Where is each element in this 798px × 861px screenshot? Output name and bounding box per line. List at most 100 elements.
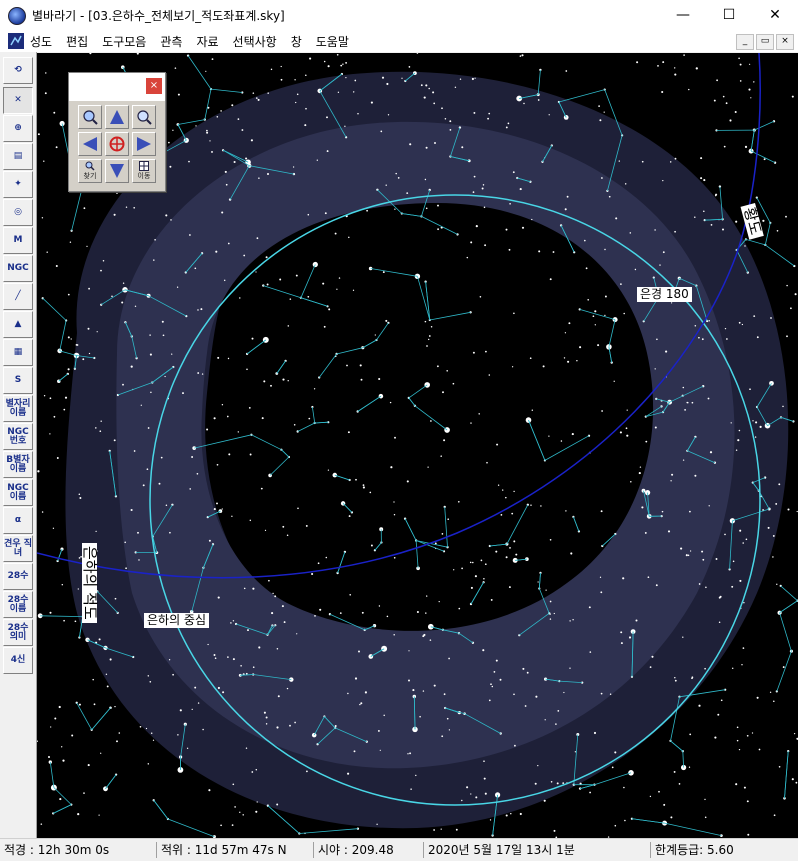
zoom-in-button[interactable]	[78, 105, 102, 129]
star	[37, 470, 39, 472]
star	[335, 233, 337, 235]
star	[135, 306, 136, 307]
star	[500, 679, 502, 681]
milkyway-tool-button[interactable]: ▦	[3, 339, 33, 366]
pan-left-button[interactable]	[78, 132, 102, 156]
ngc-numbers-tool-button[interactable]: NGC 번호	[3, 423, 33, 450]
star	[489, 700, 491, 702]
menu-options[interactable]: 선택사항	[233, 33, 277, 50]
star	[271, 69, 272, 70]
menu-edit[interactable]: 편집	[66, 33, 88, 50]
star-field-tool-button[interactable]: ✦	[3, 171, 33, 198]
star	[228, 453, 230, 455]
alpha-tool-button[interactable]: α	[3, 507, 33, 534]
star	[88, 764, 90, 766]
star	[232, 824, 234, 826]
star	[610, 693, 611, 694]
mdi-minimize-button[interactable]: _	[736, 34, 754, 50]
star	[565, 332, 566, 333]
star	[742, 324, 743, 325]
globe-tool-button[interactable]: ⊕	[3, 115, 33, 142]
lunar-mansions-meaning-tool-button[interactable]: 28수 의미	[3, 619, 33, 646]
pan-tool-button[interactable]: ⟲	[3, 57, 33, 84]
star	[561, 440, 563, 442]
star	[492, 686, 494, 688]
navigation-panel-header[interactable]: ×	[69, 73, 165, 101]
mdi-close-button[interactable]: ×	[776, 34, 794, 50]
star	[683, 387, 685, 389]
constellation-names-tool-button[interactable]: 별자리 이름	[3, 395, 33, 422]
line-tool-button[interactable]: ╱	[3, 283, 33, 310]
move-button[interactable]: 이동	[132, 159, 156, 183]
mdi-restore-button[interactable]: ▭	[756, 34, 774, 50]
menu-help[interactable]: 도움말	[316, 33, 349, 50]
navigation-panel: × 찾기 이동	[68, 72, 166, 192]
star	[100, 270, 102, 272]
star	[437, 365, 439, 367]
star	[426, 595, 427, 596]
star	[550, 601, 552, 603]
star	[786, 335, 788, 337]
star	[349, 515, 351, 517]
pan-down-button[interactable]	[105, 159, 129, 183]
center-button[interactable]	[105, 132, 129, 156]
menu-observe[interactable]: 관측	[160, 33, 182, 50]
lunar-mansions-tool-button[interactable]: 28수	[3, 563, 33, 590]
document-icon[interactable]	[8, 33, 24, 49]
star	[83, 207, 85, 209]
ngc-tool-button[interactable]: NGC	[3, 255, 33, 282]
star	[114, 439, 116, 441]
pan-right-button[interactable]	[132, 132, 156, 156]
star	[382, 77, 384, 79]
star	[153, 259, 154, 260]
ngc-names-tool-button[interactable]: NGC 이름	[3, 479, 33, 506]
star	[263, 380, 265, 382]
star	[355, 479, 357, 481]
star	[141, 405, 142, 406]
planet-tool-button[interactable]: ◎	[3, 199, 33, 226]
menu-data[interactable]: 자료	[196, 33, 218, 50]
menu-window[interactable]: 창	[291, 33, 302, 50]
star	[513, 540, 515, 542]
zoom-out-button[interactable]	[132, 105, 156, 129]
star	[360, 364, 362, 366]
star	[122, 287, 128, 293]
star	[768, 527, 770, 529]
star	[630, 232, 632, 234]
star	[700, 177, 702, 179]
four-gods-tool-button[interactable]: 4신	[3, 647, 33, 674]
star	[59, 706, 61, 708]
star	[496, 444, 498, 446]
star	[668, 530, 670, 532]
menu-star-chart[interactable]: 성도	[30, 33, 52, 50]
star	[189, 234, 191, 236]
star	[214, 654, 216, 656]
star	[103, 260, 105, 262]
star	[688, 555, 690, 557]
maximize-button[interactable]: ☐	[706, 0, 752, 30]
nebula-tool-button[interactable]: ▲	[3, 311, 33, 338]
search-button[interactable]: 찾기	[78, 159, 102, 183]
pan-up-button[interactable]	[105, 105, 129, 129]
star	[335, 725, 337, 727]
navigation-panel-close-button[interactable]: ×	[146, 78, 162, 94]
star	[318, 562, 320, 564]
star	[589, 606, 591, 608]
grid-icon	[139, 161, 149, 171]
lunar-mansions-names-tool-button[interactable]: 28수 이름	[3, 591, 33, 618]
menu-toolbars[interactable]: 도구모음	[102, 33, 146, 50]
star	[255, 271, 256, 272]
star	[466, 786, 468, 788]
minimize-button[interactable]: —	[660, 0, 706, 30]
star	[470, 422, 471, 423]
layers-tool-button[interactable]: ▤	[3, 143, 33, 170]
select-tool-button[interactable]: ✕	[3, 87, 33, 114]
star	[750, 97, 751, 98]
star	[369, 492, 371, 494]
curve-tool-button[interactable]: S	[3, 367, 33, 394]
bayer-names-tool-button[interactable]: B별자 이름	[3, 451, 33, 478]
star	[287, 688, 288, 689]
close-button[interactable]: ✕	[752, 0, 798, 30]
altair-vega-tool-button[interactable]: 견우 직녀	[3, 535, 33, 562]
messier-tool-button[interactable]: M	[3, 227, 33, 254]
